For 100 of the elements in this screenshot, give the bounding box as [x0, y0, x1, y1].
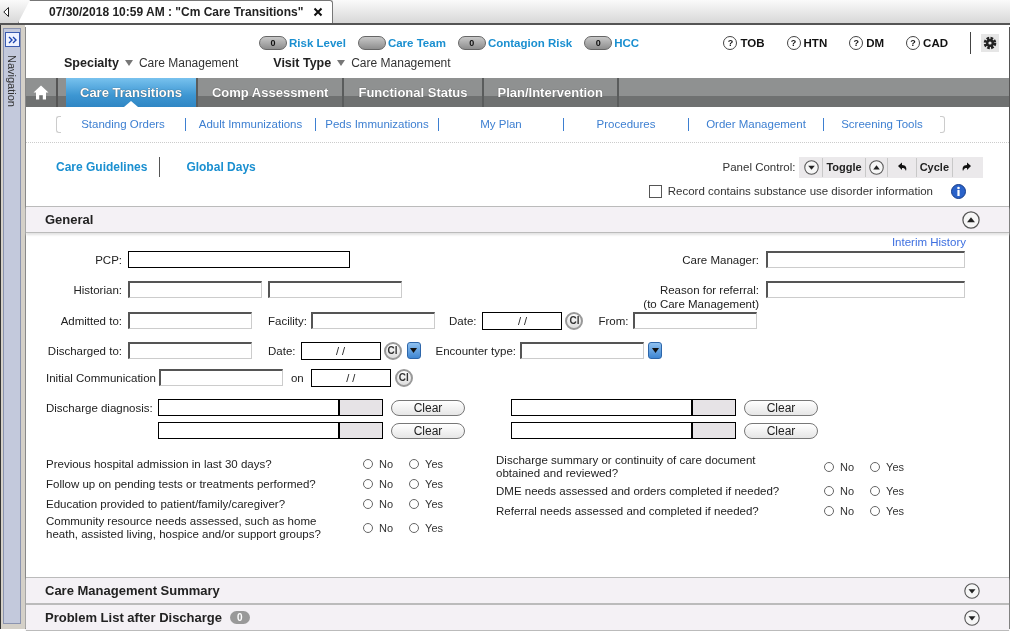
section-header[interactable]: Care Management Summary [26, 577, 1009, 604]
checkbox[interactable] [648, 184, 662, 198]
radio-label: Yes [886, 461, 905, 473]
date-field[interactable]: / / [482, 311, 563, 330]
clear-button[interactable]: Clear [391, 399, 465, 416]
text-field[interactable] [520, 342, 645, 359]
collapse-button[interactable] [962, 210, 980, 229]
text-field[interactable] [128, 281, 262, 298]
caret-icon[interactable] [124, 60, 133, 66]
radio-button[interactable] [409, 479, 420, 489]
radio-button[interactable] [824, 462, 834, 472]
date-field[interactable]: / / [310, 368, 391, 387]
field-label: Care Manager: [682, 253, 759, 266]
indicator-link[interactable]: Contagion Risk [487, 37, 573, 49]
text-field[interactable] [268, 281, 402, 298]
text-field[interactable] [311, 312, 435, 329]
subtab-link[interactable]: Adult Immunizations [198, 118, 303, 130]
caret-icon[interactable] [337, 60, 346, 66]
radio-label: No [840, 485, 855, 497]
date-field[interactable]: / / [300, 341, 381, 360]
close-icon[interactable] [313, 7, 324, 17]
toolbar-button[interactable]: Cycle [916, 157, 953, 177]
subtab-link[interactable]: Procedures [596, 118, 656, 130]
section-header[interactable]: Problem List after Discharge 0 [26, 604, 1009, 631]
subtab-link[interactable]: My Plan [480, 118, 522, 130]
text-field[interactable] [766, 281, 965, 298]
context-value: Care Management [138, 56, 239, 70]
diagnosis-field[interactable] [511, 399, 693, 416]
expand-button[interactable] [4, 32, 20, 47]
radio-button[interactable] [824, 506, 834, 516]
question-text: Follow up on pending tests or treatments performed? [46, 477, 317, 491]
toolbar-button[interactable]: Toggle [823, 157, 866, 177]
help-topic-button[interactable]: ? DM [849, 36, 885, 50]
expand-button[interactable] [964, 609, 980, 626]
help-topic-button[interactable]: ? CAD [906, 36, 948, 50]
radio-label: Yes [886, 485, 905, 497]
field-label: Date: [268, 344, 296, 357]
radio-button[interactable] [409, 499, 420, 509]
clear-button[interactable]: Clear [391, 422, 465, 439]
diagnosis-field[interactable] [158, 399, 340, 416]
radio-label: No [840, 461, 855, 473]
question-text: DME needs assessed and orders completed if needed? [496, 484, 781, 498]
context-label: Specialty [64, 56, 119, 70]
link[interactable]: Global Days [186, 160, 256, 174]
text-field[interactable] [158, 369, 283, 386]
text-field[interactable] [128, 251, 350, 268]
subtab-link[interactable]: Peds Immunizations [325, 118, 429, 130]
code-field [693, 399, 736, 416]
radio-button[interactable] [409, 459, 420, 469]
document-tab[interactable]: 07/30/2018 10:59 AM : "Cm Care Transitions" [18, 0, 334, 23]
dropdown-button[interactable] [406, 342, 421, 359]
field-label: Facility: [268, 314, 307, 327]
dropdown-button[interactable] [648, 342, 663, 359]
count-badge: 0 [584, 36, 613, 50]
radio-label: Yes [425, 458, 443, 470]
collapse-button[interactable] [868, 159, 884, 175]
field-label: Admitted to: [59, 314, 122, 327]
navigation-label[interactable]: Navigation [6, 55, 18, 107]
expand-button[interactable] [964, 582, 980, 599]
diagnosis-field[interactable] [158, 422, 340, 439]
question-text: Previous hospital admission in last 30 days? [46, 457, 273, 471]
indicator-link[interactable]: HCC [614, 37, 640, 49]
radio-button[interactable] [363, 523, 373, 533]
redo-icon[interactable] [960, 161, 974, 173]
section-header[interactable]: General [26, 206, 1009, 233]
clear-date-button[interactable]: Cl [394, 368, 413, 387]
radio-button[interactable] [363, 479, 373, 489]
expand-button[interactable] [804, 159, 820, 175]
radio-button[interactable] [824, 486, 834, 496]
field-label: Discharge diagnosis: [46, 401, 154, 414]
clear-button[interactable]: Clear [744, 422, 818, 439]
settings-button[interactable] [981, 34, 999, 52]
interim-history-link[interactable]: Interim History [891, 236, 966, 249]
subtab-link[interactable]: Order Management [706, 118, 806, 130]
radio-button[interactable] [870, 506, 881, 516]
clear-button[interactable]: Clear [744, 399, 818, 416]
text-field[interactable] [766, 251, 965, 268]
radio-button[interactable] [363, 499, 373, 509]
help-topic-button[interactable]: ? TOB [723, 36, 765, 50]
subtab-link[interactable]: Screening Tools [841, 118, 923, 130]
text-field[interactable] [128, 342, 252, 359]
subtab-link[interactable]: Standing Orders [81, 118, 165, 130]
home-icon [33, 85, 49, 100]
radio-button[interactable] [870, 462, 881, 472]
info-icon[interactable] [951, 183, 966, 199]
text-field[interactable] [128, 312, 252, 329]
indicator-link[interactable]: Care Team [387, 37, 446, 49]
radio-button[interactable] [363, 459, 373, 469]
diagnosis-field[interactable] [511, 422, 693, 439]
clear-date-button[interactable]: Cl [565, 311, 584, 330]
scroll-left-icon[interactable] [3, 6, 9, 17]
help-topic-button[interactable]: ? HTN [786, 36, 828, 50]
radio-label: Yes [425, 522, 443, 534]
clear-date-button[interactable]: Cl [383, 341, 402, 360]
indicator-link[interactable]: Risk Level [289, 37, 346, 49]
link[interactable]: Care Guidelines [56, 160, 148, 174]
radio-button[interactable] [870, 486, 881, 496]
radio-button[interactable] [409, 523, 420, 533]
field-label: on [290, 371, 304, 384]
text-field[interactable] [632, 312, 757, 329]
